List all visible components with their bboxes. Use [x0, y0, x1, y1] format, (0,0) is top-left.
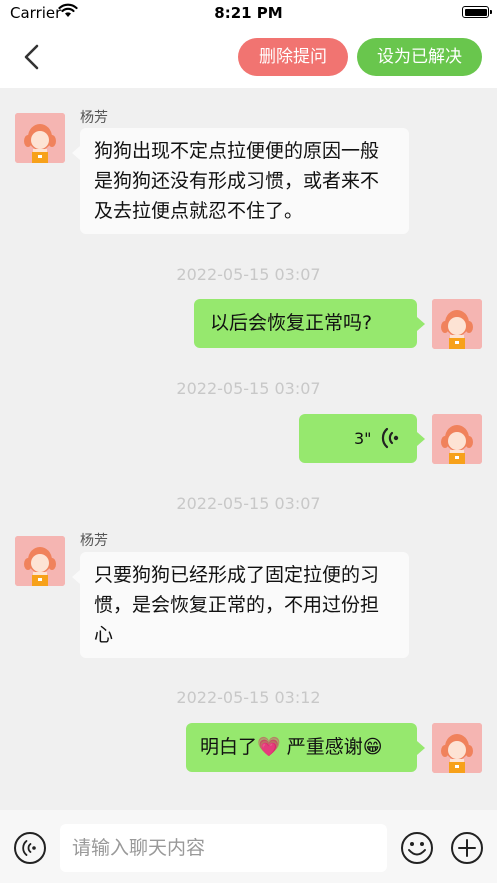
message-bubble[interactable]: 以后会恢复正常吗? [194, 299, 425, 348]
battery-icon [462, 6, 492, 18]
message-bubble[interactable]: 狗狗出现不定点拉便便的原因一般是狗狗还没有形成习惯，或者来不及去拉便点就忍不住了… [72, 128, 409, 234]
back-icon[interactable] [16, 40, 46, 74]
avatar[interactable] [432, 414, 482, 464]
sender-name: 杨芳 [80, 533, 108, 549]
message-bubble[interactable]: 只要狗狗已经形成了固定拉便的习惯，是会恢复正常的，不用过份担心 [72, 552, 409, 658]
girl-avatar-icon [15, 113, 65, 163]
girl-avatar-icon [432, 723, 482, 773]
voice-duration: 3" [354, 429, 372, 448]
timestamp: 2022-05-15 03:12 [176, 688, 321, 707]
avatar[interactable] [432, 723, 482, 773]
chat-area[interactable]: 杨芳 狗狗出现不定点拉便便的原因一般是狗狗还没有形成习惯，或者来不及去拉便点就忍… [0, 88, 497, 810]
avatar[interactable] [15, 113, 65, 163]
timestamp: 2022-05-15 03:07 [176, 494, 321, 513]
status-bar: Carrier 8:21 PM [0, 0, 497, 26]
avatar[interactable] [15, 536, 65, 586]
status-time: 8:21 PM [214, 4, 283, 22]
sender-name: 杨芳 [80, 110, 108, 126]
voice-icon[interactable] [13, 831, 47, 865]
voice-message-bubble[interactable]: 3" [299, 414, 425, 463]
girl-avatar-icon [432, 299, 482, 349]
voice-wave-icon [381, 427, 399, 449]
girl-avatar-icon [432, 414, 482, 464]
emoji-icon[interactable] [400, 831, 434, 865]
delete-question-button[interactable]: 删除提问 [238, 38, 348, 76]
input-bar [0, 810, 497, 883]
girl-avatar-icon [15, 536, 65, 586]
timestamp: 2022-05-15 03:07 [176, 265, 321, 284]
avatar[interactable] [432, 299, 482, 349]
nav-bar: 删除提问 设为已解决 [0, 26, 497, 88]
plus-icon[interactable] [450, 831, 484, 865]
chat-input[interactable] [60, 824, 387, 872]
mark-resolved-button[interactable]: 设为已解决 [357, 38, 482, 76]
message-bubble[interactable]: 明白了💗 严重感谢😁 [186, 723, 425, 772]
timestamp: 2022-05-15 03:07 [176, 379, 321, 398]
